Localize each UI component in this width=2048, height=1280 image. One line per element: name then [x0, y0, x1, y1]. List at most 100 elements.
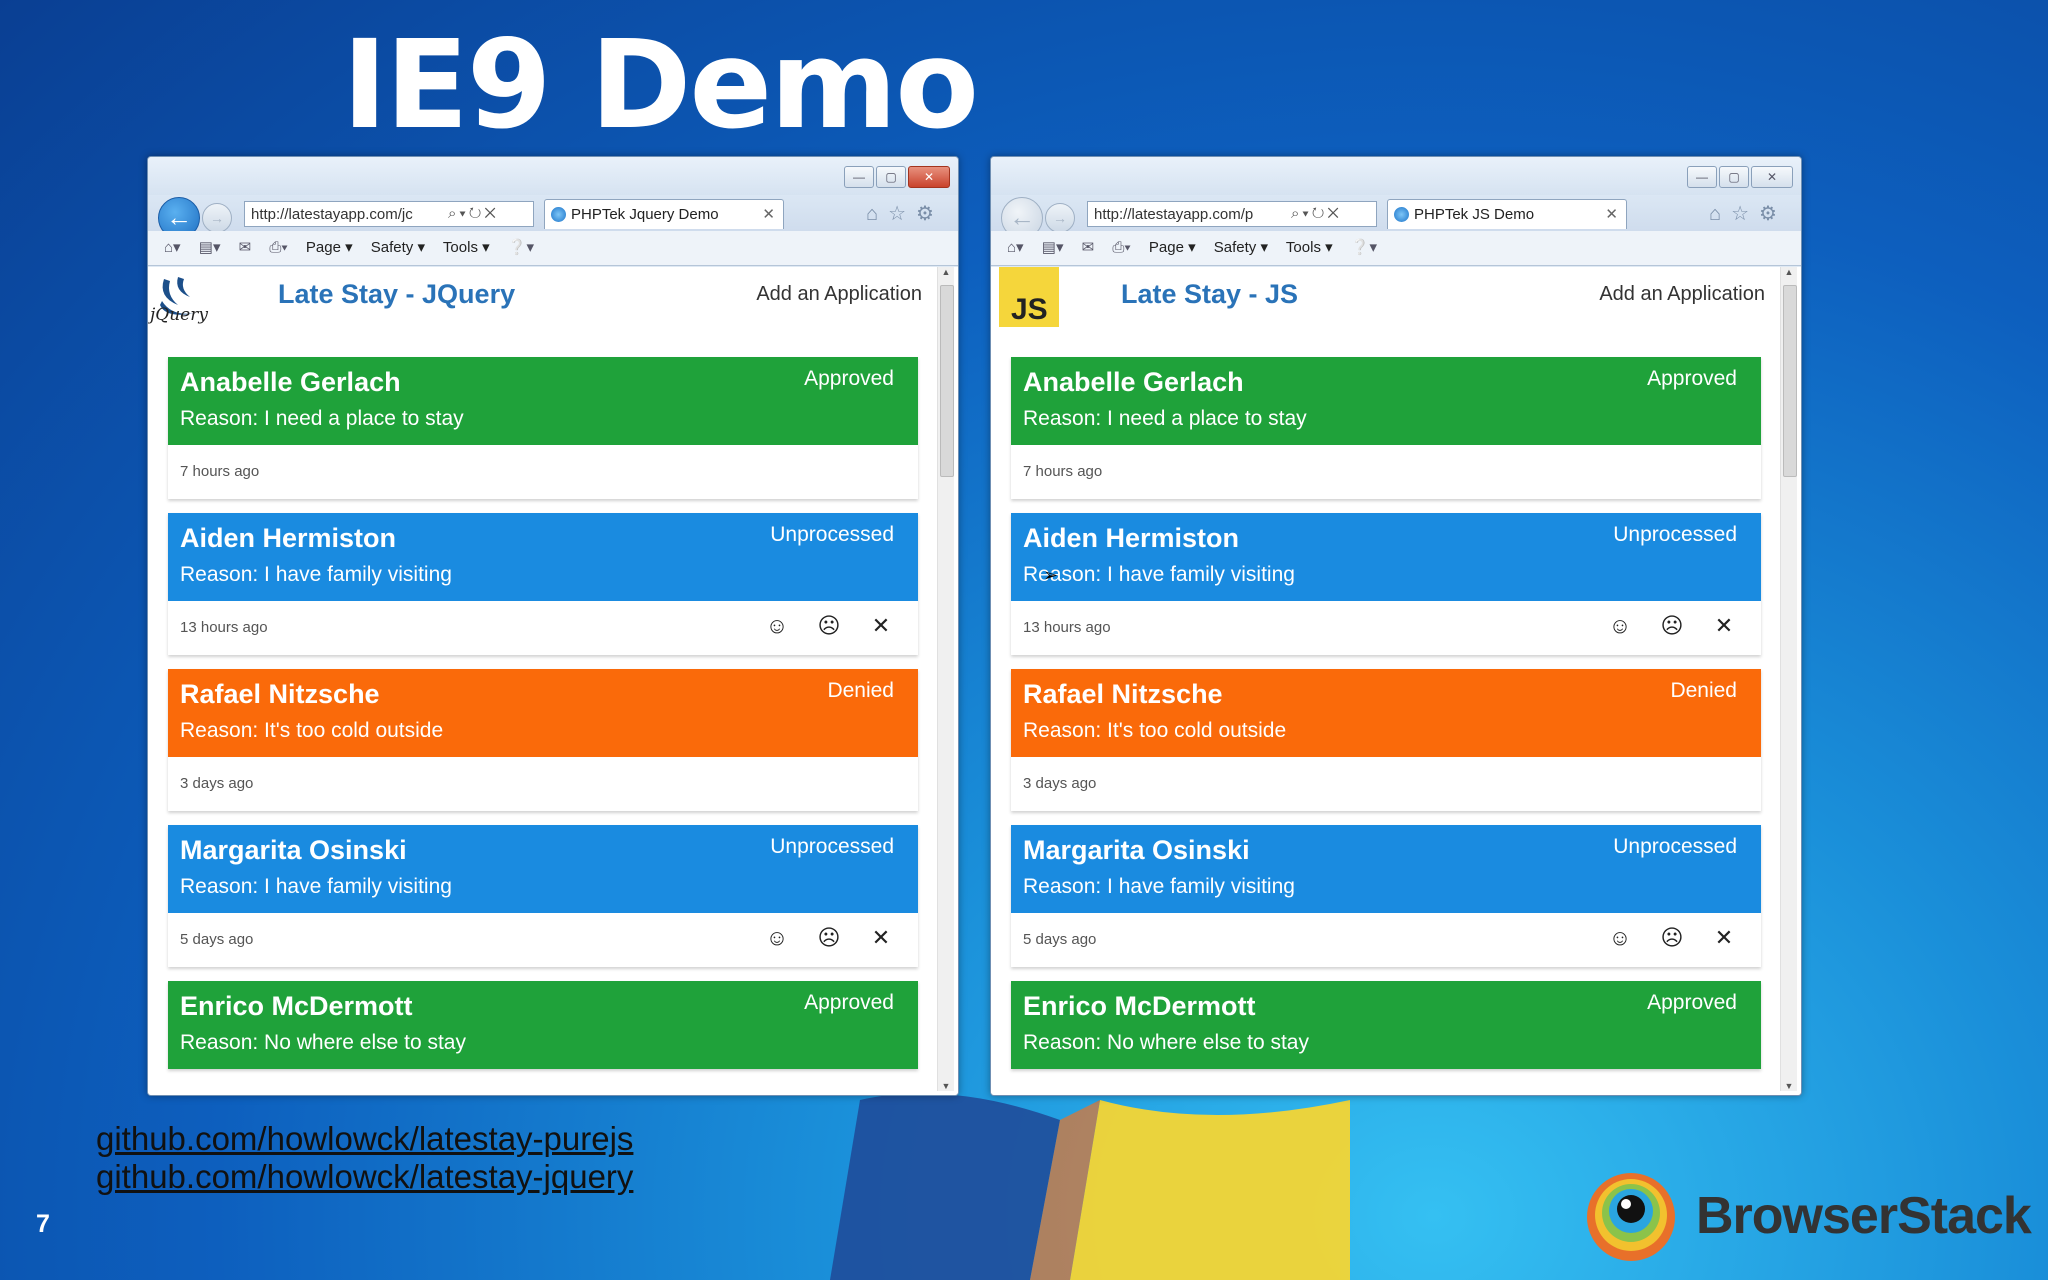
close-window-button[interactable]: ✕ [1751, 166, 1793, 188]
scroll-down-icon[interactable]: ▼ [938, 1081, 954, 1091]
menu-tools[interactable]: Tools ▾ [443, 239, 490, 256]
card-header: Anabelle Gerlach Reason: I need a place … [1011, 357, 1761, 445]
tab-title: PHPTek JS Demo [1414, 206, 1535, 223]
application-list: Anabelle Gerlach Reason: I need a place … [1011, 357, 1761, 1083]
menu-page[interactable]: Page ▾ [1149, 239, 1196, 256]
minimize-button[interactable]: — [1687, 166, 1717, 188]
application-card: Margarita Osinski Reason: I have family … [1011, 825, 1761, 967]
minimize-button[interactable]: — [844, 166, 874, 188]
tab-title: PHPTek Jquery Demo [571, 206, 719, 223]
card-header: Rafael Nitzsche Reason: It's too cold ou… [1011, 669, 1761, 757]
smile-icon[interactable]: ☺ [762, 611, 792, 641]
status-label: Denied [1670, 679, 1737, 702]
slide-title: IE9 Demo [342, 14, 979, 156]
mail-icon[interactable]: ✉ [1082, 239, 1095, 256]
timestamp: 13 hours ago [1023, 619, 1111, 636]
add-application-link[interactable]: Add an Application [756, 283, 922, 306]
scroll-up-icon[interactable]: ▲ [938, 267, 954, 277]
applicant-name: Margarita Osinski [1023, 835, 1250, 865]
close-icon[interactable]: ✕ [1709, 923, 1739, 953]
application-card: Anabelle Gerlach Reason: I need a place … [1011, 357, 1761, 499]
address-tools-icons[interactable]: ⌕▾↻✕ [448, 201, 499, 227]
scroll-thumb[interactable] [1783, 285, 1797, 477]
mail-icon[interactable]: ✉ [239, 239, 252, 256]
timestamp: 3 days ago [1023, 775, 1097, 792]
timestamp: 7 hours ago [1023, 463, 1103, 480]
timestamp: 13 hours ago [180, 619, 268, 636]
frown-icon[interactable]: ☹ [1657, 611, 1687, 641]
print-icon[interactable]: ⎙▾ [1112, 239, 1130, 256]
smile-icon[interactable]: ☺ [1605, 611, 1635, 641]
print-icon[interactable]: ⎙▾ [269, 239, 287, 256]
close-window-button[interactable]: ✕ [908, 166, 950, 188]
help-icon[interactable]: ❔▾ [1351, 239, 1377, 256]
windows-logo-backdrop [830, 1093, 1350, 1280]
app-title[interactable]: Late Stay - JS [1121, 279, 1298, 310]
application-reason: Reason: No where else to stay [1023, 1031, 1309, 1054]
timestamp: 5 days ago [180, 931, 254, 948]
card-footer: 5 days ago ☺ ☹ ✕ [168, 913, 918, 967]
card-footer: 13 hours ago ☺ ☹ ✕ [1011, 601, 1761, 655]
forward-arrow-icon[interactable]: → [1045, 203, 1075, 233]
feeds-icon[interactable]: ▤▾ [199, 239, 221, 256]
home-favorites-settings-icons[interactable]: ⌂☆⚙ [866, 201, 944, 226]
application-card: Anabelle Gerlach Reason: I need a place … [168, 357, 918, 499]
close-icon[interactable]: ✕ [866, 923, 896, 953]
help-icon[interactable]: ❔▾ [508, 239, 534, 256]
card-footer: 3 days ago [1011, 757, 1761, 811]
timestamp: 3 days ago [180, 775, 254, 792]
browserstack-brand-text: BrowserStack [1696, 1187, 2032, 1245]
card-footer: 7 hours ago [1011, 445, 1761, 499]
menu-page[interactable]: Page ▾ [306, 239, 353, 256]
github-link-purejs[interactable]: github.com/howlowck/latestay-purejs [96, 1120, 633, 1158]
timestamp: 5 days ago [1023, 931, 1097, 948]
scrollbar[interactable]: ▲ ▼ [937, 267, 954, 1091]
add-application-link[interactable]: Add an Application [1599, 283, 1765, 306]
smile-icon[interactable]: ☺ [762, 923, 792, 953]
forward-arrow-icon[interactable]: → [202, 203, 232, 233]
home-favorites-settings-icons[interactable]: ⌂☆⚙ [1709, 201, 1787, 226]
frown-icon[interactable]: ☹ [1657, 923, 1687, 953]
address-tools-icons[interactable]: ⌕▾↻✕ [1291, 201, 1342, 227]
maximize-button[interactable]: ▢ [1719, 166, 1749, 188]
application-card: Enrico McDermott Reason: No where else t… [1011, 981, 1761, 1069]
home-icon[interactable]: ⌂▾ [1007, 239, 1024, 256]
application-card: Rafael Nitzsche Reason: It's too cold ou… [1011, 669, 1761, 811]
scrollbar[interactable]: ▲ ▼ [1780, 267, 1797, 1091]
github-link-jquery[interactable]: github.com/howlowck/latestay-jquery [96, 1158, 633, 1196]
status-label: Unprocessed [1613, 835, 1737, 858]
close-icon[interactable]: ✕ [866, 611, 896, 641]
smile-icon[interactable]: ☺ [1605, 923, 1635, 953]
browser-tab[interactable]: PHPTek Jquery Demo ✕ [544, 199, 784, 229]
close-icon[interactable]: ✕ [1709, 611, 1739, 641]
applicant-name: Anabelle Gerlach [180, 367, 401, 397]
status-label: Unprocessed [770, 835, 894, 858]
application-card: Margarita Osinski Reason: I have family … [168, 825, 918, 967]
app-header: jQuery Late Stay - JQuery Add an Applica… [148, 267, 958, 339]
card-actions: ☺ ☹ ✕ [762, 611, 896, 641]
application-list: Anabelle Gerlach Reason: I need a place … [168, 357, 918, 1083]
application-reason: Reason: I need a place to stay [1023, 407, 1307, 430]
menu-safety[interactable]: Safety ▾ [1214, 239, 1268, 256]
tab-close-icon[interactable]: ✕ [1605, 200, 1618, 230]
feeds-icon[interactable]: ▤▾ [1042, 239, 1064, 256]
slide-number: 7 [36, 1210, 50, 1238]
frown-icon[interactable]: ☹ [814, 923, 844, 953]
menu-tools[interactable]: Tools ▾ [1286, 239, 1333, 256]
app-title[interactable]: Late Stay - JQuery [278, 279, 515, 310]
frown-icon[interactable]: ☹ [814, 611, 844, 641]
js-logo-text: JS [1011, 293, 1048, 326]
command-bar: ⌂▾ ▤▾ ✉ ⎙▾ Page ▾ Safety ▾ Tools ▾ ❔▾ [991, 231, 1801, 266]
tab-close-icon[interactable]: ✕ [762, 200, 775, 230]
browser-tab[interactable]: PHPTek JS Demo ✕ [1387, 199, 1627, 229]
application-reason: Reason: It's too cold outside [1023, 719, 1287, 742]
scroll-down-icon[interactable]: ▼ [1781, 1081, 1797, 1091]
scroll-thumb[interactable] [940, 285, 954, 477]
home-icon[interactable]: ⌂▾ [164, 239, 181, 256]
card-header: Anabelle Gerlach Reason: I need a place … [168, 357, 918, 445]
browserstack-logo-icon [1587, 1173, 1675, 1261]
menu-safety[interactable]: Safety ▾ [371, 239, 425, 256]
timestamp: 7 hours ago [180, 463, 260, 480]
maximize-button[interactable]: ▢ [876, 166, 906, 188]
scroll-up-icon[interactable]: ▲ [1781, 267, 1797, 277]
